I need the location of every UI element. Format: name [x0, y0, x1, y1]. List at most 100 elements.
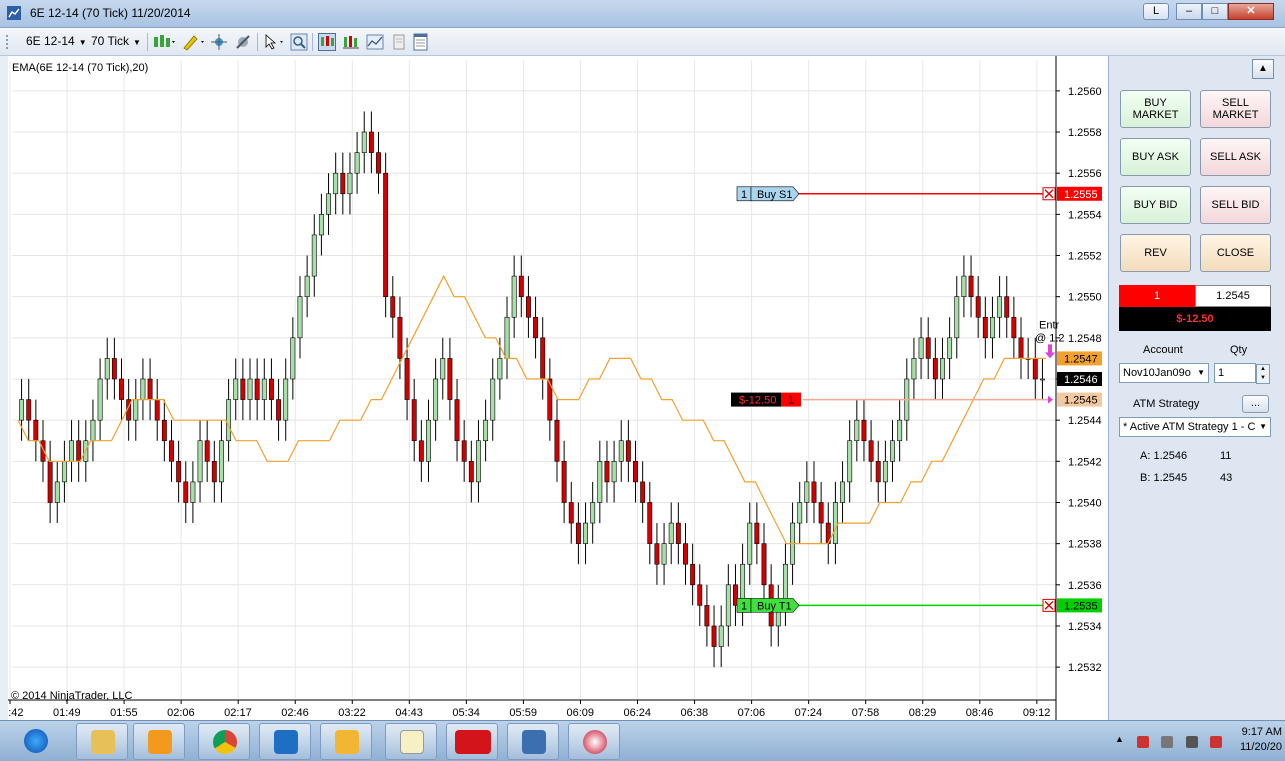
instrument-selector[interactable]: 6E 12-14 ▼ — [26, 34, 87, 48]
buy-ask-button[interactable]: BUY ASK — [1120, 138, 1191, 176]
candle — [261, 378, 267, 400]
sell-market-button[interactable]: SELL MARKET — [1200, 90, 1271, 128]
link-button[interactable]: L — [1143, 3, 1169, 20]
pointer-tool-icon[interactable] — [262, 33, 286, 51]
candle — [318, 214, 324, 236]
candle — [890, 440, 895, 462]
candle — [154, 399, 160, 421]
candle — [190, 481, 196, 503]
title-bar: 6E 12-14 (70 Tick) 11/20/2014 L – □ ✕ — [0, 0, 1285, 28]
drawing-pencil-icon[interactable] — [181, 33, 205, 51]
tray-device-icon[interactable] — [1161, 736, 1173, 748]
target-order-qty: 1 — [741, 600, 747, 612]
ask-size: 11 — [1220, 450, 1232, 462]
taskbar-explorer[interactable] — [76, 723, 128, 760]
candle — [490, 378, 496, 421]
minimize-button[interactable]: – — [1176, 3, 1202, 20]
collapse-panel-button[interactable]: ▲ — [1252, 59, 1274, 79]
price-chart[interactable]: 1.2560 1.2558 1.2556 1.2554 1.2552 1.2550 1.25… — [0, 56, 1108, 720]
entry-price-label: @ 1.2 — [1035, 332, 1065, 344]
account-select[interactable]: Nov10Jan09o ▼ — [1119, 363, 1209, 383]
crosshair-icon[interactable] — [210, 33, 228, 51]
taskbar-ninjatrader[interactable] — [568, 723, 620, 760]
taskbar-chrome[interactable] — [198, 723, 250, 760]
zoom-icon[interactable] — [290, 33, 308, 51]
windows-taskbar: ▲ 9:17 AM 11/20/20 — [0, 720, 1285, 761]
stop-price-label: 1.2555 — [1064, 189, 1098, 201]
snap-icon[interactable] — [234, 33, 252, 51]
interval-selector[interactable]: 70 Tick ▼ — [91, 34, 141, 48]
x-tick-label: 01:55 — [110, 707, 138, 719]
candle — [47, 461, 53, 503]
quantity-input[interactable]: 1 — [1214, 363, 1256, 383]
taskbar-remote-desktop[interactable] — [507, 723, 559, 760]
toolbar-grip[interactable] — [6, 35, 9, 49]
candle — [376, 152, 381, 174]
atm-strategy-select[interactable]: * Active ATM Strategy 1 - C ▼ — [1119, 417, 1271, 437]
tray-display-icon[interactable] — [1186, 736, 1198, 748]
candle — [840, 481, 845, 503]
tray-volume-icon[interactable] — [1210, 736, 1222, 748]
quantity-stepper[interactable]: ▲ ▼ — [1256, 364, 1270, 384]
instrument-value: 6E 12-14 — [26, 34, 75, 48]
indicators-icon[interactable] — [342, 33, 360, 51]
x-tick-label: 07:58 — [852, 707, 880, 719]
y-tick-label: 1.2542 — [1068, 456, 1102, 468]
y-tick-label: 1.2540 — [1068, 497, 1102, 509]
candle — [461, 440, 467, 462]
candle — [911, 358, 917, 380]
candle — [954, 296, 960, 339]
reverse-button[interactable]: REV — [1120, 234, 1191, 272]
tray-network-icon[interactable] — [1137, 736, 1149, 748]
y-tick-label: 1.2532 — [1068, 662, 1102, 674]
candle — [811, 481, 817, 503]
window-title: 6E 12-14 (70 Tick) 11/20/2014 — [30, 6, 191, 20]
taskbar-notepad[interactable] — [385, 723, 437, 760]
atm-strategy-options-button[interactable]: ... — [1242, 395, 1269, 413]
candle — [247, 378, 253, 400]
candle — [554, 419, 560, 462]
y-tick-label: 1.2558 — [1068, 127, 1102, 139]
candle — [354, 152, 360, 174]
taskbar-rsa[interactable] — [446, 723, 498, 760]
buy-bid-button[interactable]: BUY BID — [1120, 186, 1191, 224]
start-button[interactable] — [10, 723, 62, 760]
candle — [990, 316, 995, 339]
candle — [33, 419, 39, 442]
toolbar-separator — [257, 33, 258, 51]
system-clock[interactable]: 9:17 AM 11/20/20 — [1232, 726, 1282, 753]
close-button[interactable]: ✕ — [1228, 3, 1274, 20]
chart-canvas[interactable]: 1.2560 1.2558 1.2556 1.2554 1.2552 1.2550 1.25… — [8, 56, 1108, 720]
position-quantity: 1 — [1119, 285, 1195, 307]
close-position-button[interactable]: CLOSE — [1200, 234, 1271, 272]
candle — [97, 378, 103, 421]
strategies-icon[interactable] — [366, 33, 384, 51]
copy-icon[interactable] — [390, 33, 408, 51]
candle — [683, 543, 688, 565]
x-tick-label: 02:17 — [224, 707, 252, 719]
account-value: Nov10Jan09o — [1123, 367, 1191, 379]
properties-icon[interactable] — [412, 33, 430, 51]
candle — [511, 275, 517, 318]
candle — [918, 337, 924, 359]
taskbar-lync[interactable] — [259, 723, 311, 760]
tray-expand-icon[interactable]: ▲ — [1115, 734, 1127, 746]
candle — [668, 522, 674, 544]
bar-type-icon[interactable] — [152, 33, 176, 51]
stop-order-qty: 1 — [741, 189, 747, 201]
candle — [440, 358, 446, 380]
chart-trader-icon[interactable] — [318, 33, 336, 51]
maximize-button[interactable]: □ — [1202, 3, 1228, 20]
taskbar-outlook[interactable] — [320, 723, 372, 760]
sell-bid-button[interactable]: SELL BID — [1200, 186, 1271, 224]
buy-market-button[interactable]: BUY MARKET — [1120, 90, 1191, 128]
taskbar-media-player[interactable] — [133, 723, 185, 760]
candle — [661, 543, 667, 565]
candle — [575, 522, 581, 544]
candle — [368, 131, 374, 153]
sell-ask-button[interactable]: SELL ASK — [1200, 138, 1271, 176]
candle — [718, 625, 724, 647]
candle — [411, 399, 417, 442]
candle — [625, 440, 631, 462]
candle — [690, 563, 696, 586]
